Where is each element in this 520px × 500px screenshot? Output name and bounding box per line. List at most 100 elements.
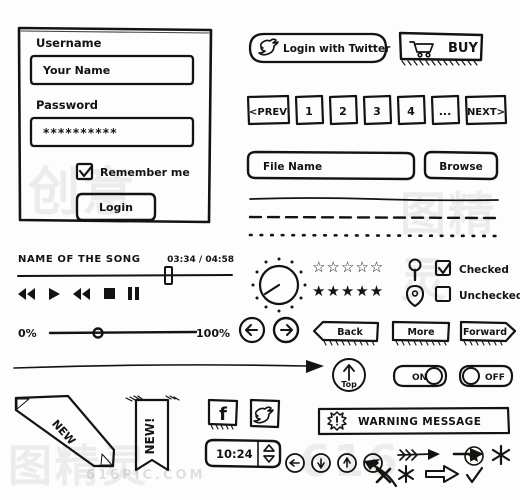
pagination-page-1[interactable]: 1 — [294, 94, 325, 126]
warning-burst-icon — [327, 411, 347, 431]
pagination-ellipsis-label: ... — [439, 105, 452, 118]
buy-label: BUY — [448, 41, 478, 56]
pause-icon-bar2 — [135, 287, 139, 300]
facebook-icon: f — [219, 404, 227, 425]
scroll-to-top-button[interactable]: Top — [330, 356, 368, 394]
divider-solid — [249, 197, 499, 202]
buy-button[interactable]: BUY — [396, 30, 486, 68]
twitter-tile[interactable] — [248, 398, 282, 432]
track-title: NAME OF THE SONG — [18, 254, 141, 265]
checkbox-checked-label: Checked — [459, 264, 509, 276]
circle-arrow-left-icon[interactable] — [284, 452, 306, 474]
back-button[interactable]: Back — [312, 320, 380, 346]
pagination-page-3[interactable]: 3 — [362, 94, 393, 126]
username-value: Your Name — [42, 64, 110, 77]
circle-arrow-down-icon[interactable] — [310, 452, 332, 474]
more-button[interactable]: More — [390, 320, 452, 346]
map-pin-round-icon[interactable] — [404, 258, 426, 282]
pagination-next-button[interactable]: NEXT> — [464, 94, 508, 126]
twitter-login-button[interactable]: Login with Twitter — [248, 32, 391, 64]
facebook-tile[interactable]: f — [206, 398, 240, 432]
slider-min-label: 0% — [18, 327, 37, 340]
warning-message: WARNING MESSAGE — [317, 406, 511, 436]
divider-dashed — [248, 215, 500, 220]
small-star-icon — [398, 465, 414, 483]
rating-filled[interactable]: ★★★★★ — [312, 282, 384, 300]
rating-empty[interactable]: ☆☆☆☆☆ — [312, 258, 384, 276]
password-label: Password — [36, 98, 98, 112]
remember-me-checkbox[interactable]: Remember me — [75, 162, 190, 181]
browse-button[interactable]: Browse — [423, 150, 499, 181]
outline-arrow-right-icon — [425, 465, 459, 483]
long-arrow-right — [13, 360, 324, 373]
play-icon[interactable] — [49, 288, 60, 300]
browse-label: Browse — [439, 161, 482, 173]
pagination-page-label: 3 — [373, 105, 381, 118]
warning-text: WARNING MESSAGE — [358, 416, 481, 428]
checkbox-unchecked-label: Unchecked — [459, 290, 520, 302]
forward-button[interactable]: Forward — [458, 320, 518, 346]
time-stepper[interactable]: 10:24 — [204, 438, 284, 472]
circle-arrow-left-button[interactable] — [238, 316, 266, 344]
stop-icon[interactable] — [104, 288, 115, 299]
scroll-top-label: Top — [341, 380, 357, 389]
twitter-icon — [253, 406, 274, 424]
toggle-off-label: OFF — [485, 373, 505, 383]
forward-icon[interactable] — [73, 288, 90, 300]
feather-arrow-right-icon — [397, 449, 440, 461]
toggle-off[interactable]: OFF — [458, 364, 514, 388]
pause-icon[interactable] — [128, 287, 132, 300]
slider-max-label: 100% — [196, 327, 230, 340]
remember-me-label: Remember me — [100, 166, 190, 179]
arrow-up-icon — [343, 364, 355, 381]
toggle-on-knob — [425, 367, 443, 385]
banner-ribbon-label: NEW! — [143, 418, 157, 455]
pagination-next-label: NEXT> — [467, 107, 505, 118]
username-label: Username — [36, 36, 102, 50]
login-button[interactable]: Login — [75, 192, 157, 222]
stepper-down-button[interactable] — [263, 455, 275, 463]
rewind-icon[interactable] — [18, 288, 35, 300]
toggle-on-label: ON — [412, 373, 427, 383]
pagination-page-label: 1 — [305, 105, 313, 118]
back-label: Back — [337, 327, 363, 338]
twitter-login-label: Login with Twitter — [283, 43, 391, 55]
media-player: NAME OF THE SONG 03:34 / 04:58 — [17, 254, 234, 300]
password-input[interactable]: ********** — [29, 116, 195, 148]
corner-ribbon-new: NEW — [14, 394, 116, 468]
more-label: More — [407, 327, 434, 338]
map-pin-teardrop-icon[interactable] — [404, 284, 426, 308]
login-panel: Username Your Name Password ********** R… — [17, 26, 213, 224]
file-name-value: File Name — [263, 161, 322, 173]
banner-ribbon-new: NEW! — [125, 395, 180, 472]
checkbox-checked[interactable]: Checked — [434, 258, 518, 280]
file-name-input[interactable]: File Name — [246, 150, 416, 181]
progress-track[interactable] — [17, 274, 233, 277]
rating-filled-stars: ★★★★★ — [312, 282, 385, 300]
login-button-label: Login — [99, 201, 133, 214]
volume-slider[interactable]: 0% 100% — [18, 322, 230, 344]
divider-dotted — [248, 233, 500, 238]
pagination-page-label: 4 — [407, 105, 415, 118]
password-value: ********** — [43, 126, 118, 140]
file-picker: File Name Browse — [246, 150, 499, 181]
twitter-bird-icon — [258, 38, 279, 56]
rotary-knob[interactable] — [250, 256, 307, 313]
pagination-prev-label: <PREV — [249, 107, 287, 118]
pagination-ellipsis[interactable]: ... — [430, 94, 461, 126]
username-input[interactable]: Your Name — [29, 54, 195, 86]
stepper-value: 10:24 — [216, 447, 253, 461]
pagination-prev-button[interactable]: <PREV — [246, 94, 291, 126]
toggle-on[interactable]: ON — [392, 364, 448, 388]
pagination-page-2[interactable]: 2 — [328, 94, 359, 126]
slider-track[interactable] — [48, 330, 198, 335]
checkbox-unchecked[interactable]: Unchecked — [434, 284, 520, 306]
pagination: <PREV 1 2 3 4 ... NEXT> — [246, 94, 508, 126]
pagination-page-4[interactable]: 4 — [396, 94, 427, 126]
pagination-page-label: 2 — [339, 105, 347, 118]
stepper-up-button[interactable] — [263, 444, 275, 452]
forward-label: Forward — [463, 327, 507, 338]
toggle-off-knob — [462, 367, 480, 385]
check-mark-icon — [465, 466, 484, 484]
circle-arrow-right-button[interactable] — [272, 316, 300, 344]
